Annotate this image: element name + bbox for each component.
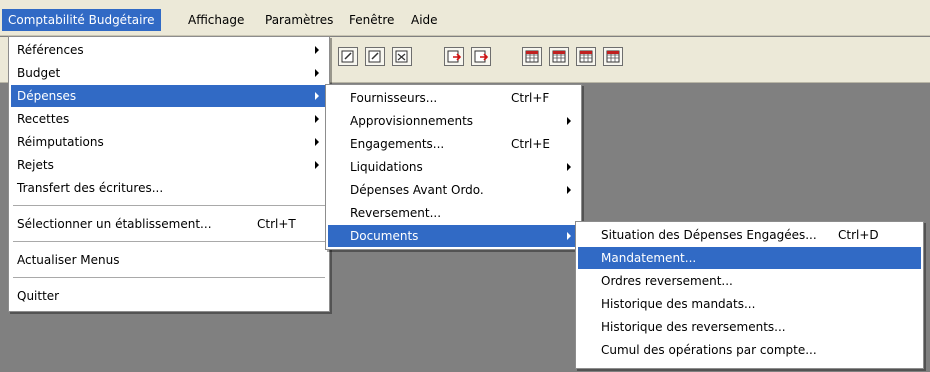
menu-comptabilite-budgetaire[interactable]: Comptabilité Budgétaire — [2, 9, 161, 31]
menu-item-approvisionnements[interactable]: Approvisionnements — [328, 110, 579, 132]
menu-item-historique-mandats[interactable]: Historique des mandats... — [578, 293, 921, 315]
menu-item-shortcut: Ctrl+D — [838, 228, 879, 242]
submenu-arrow-icon — [567, 186, 571, 194]
menu-item-mandatement[interactable]: Mandatement... — [578, 247, 921, 269]
menu-item-references[interactable]: Références — [11, 39, 327, 61]
menu-item-actualiser-menus[interactable]: Actualiser Menus — [11, 249, 327, 271]
submenu-arrow-icon — [567, 163, 571, 171]
submenu-arrow-icon — [315, 46, 319, 54]
menu-item-label: Approvisionnements — [350, 114, 474, 128]
table-icon[interactable] — [522, 47, 542, 66]
submenu-arrow-icon — [315, 161, 319, 169]
menu-separator — [13, 241, 325, 243]
menu-item-reimputations[interactable]: Réimputations — [11, 131, 327, 153]
menu-item-label: Dépenses — [17, 89, 77, 103]
edit-doc-icon[interactable] — [392, 47, 412, 66]
submenu-arrow-icon — [567, 117, 571, 125]
menu-item-label: Budget — [17, 66, 61, 80]
menu-item-shortcut: Ctrl+T — [257, 217, 296, 231]
menu-item-label: Cumul des opérations par compte... — [601, 343, 817, 357]
menu-item-label: Engagements... — [350, 137, 445, 151]
table-icon[interactable] — [576, 47, 596, 66]
edit-doc-icon[interactable] — [365, 47, 385, 66]
menu-item-label: Reversement... — [350, 206, 442, 220]
menu-item-label: Actualiser Menus — [17, 253, 120, 267]
submenu-arrow-icon — [315, 92, 319, 100]
menu-bar: Comptabilité Budgétaire Affichage Paramè… — [0, 0, 930, 36]
menu-affichage[interactable]: Affichage — [182, 9, 250, 31]
menu-item-label: Historique des mandats... — [601, 297, 756, 311]
menu-item-reversement[interactable]: Reversement... — [328, 202, 579, 224]
documents-submenu: Situation des Dépenses Engagées... Ctrl+… — [575, 221, 924, 369]
menu-item-shortcut: Ctrl+F — [511, 91, 550, 105]
menu-item-budget[interactable]: Budget — [11, 62, 327, 84]
table-icon[interactable] — [549, 47, 569, 66]
menu-item-label: Documents — [350, 229, 419, 243]
depenses-submenu: Fournisseurs... Ctrl+F Approvisionnement… — [325, 84, 582, 250]
menu-item-label: Quitter — [17, 289, 60, 303]
table-icon[interactable] — [603, 47, 623, 66]
menu-separator — [13, 277, 325, 279]
menu-item-depenses[interactable]: Dépenses — [11, 85, 327, 107]
menu-item-label: Références — [17, 43, 84, 57]
menu-item-engagements[interactable]: Engagements... Ctrl+E — [328, 133, 579, 155]
menu-item-recettes[interactable]: Recettes — [11, 108, 327, 130]
menu-item-label: Liquidations — [350, 160, 423, 174]
menu-item-documents[interactable]: Documents — [328, 225, 579, 247]
menu-item-historique-reversements[interactable]: Historique des reversements... — [578, 316, 921, 338]
menu-item-liquidations[interactable]: Liquidations — [328, 156, 579, 178]
menu-item-label: Mandatement... — [601, 251, 697, 265]
menu-aide[interactable]: Aide — [405, 9, 444, 31]
arrow-doc-icon[interactable] — [444, 47, 464, 66]
menu-item-label: Rejets — [17, 158, 54, 172]
edit-doc-icon[interactable] — [338, 47, 358, 66]
menu-item-transfert-ecritures[interactable]: Transfert des écritures... — [11, 177, 327, 199]
menu-item-label: Réimputations — [17, 135, 104, 149]
menu-item-label: Transfert des écritures... — [17, 181, 164, 195]
menu-item-label: Historique des reversements... — [601, 320, 786, 334]
submenu-arrow-icon — [315, 69, 319, 77]
menu-item-fournisseurs[interactable]: Fournisseurs... Ctrl+F — [328, 87, 579, 109]
menu-item-label: Sélectionner un établissement... — [17, 217, 212, 231]
arrow-doc-icon[interactable] — [471, 47, 491, 66]
menu-item-label: Fournisseurs... — [350, 91, 438, 105]
menu-fenetre[interactable]: Fenêtre — [343, 9, 400, 31]
menu-item-shortcut: Ctrl+E — [511, 137, 550, 151]
menu-item-label: Ordres reversement... — [601, 274, 733, 288]
menu-separator — [13, 205, 325, 207]
menu-item-label: Situation des Dépenses Engagées... — [601, 228, 817, 242]
menu-item-situation-depenses-engagees[interactable]: Situation des Dépenses Engagées... Ctrl+… — [578, 224, 921, 246]
menu-item-label: Recettes — [17, 112, 70, 126]
menu-item-cumul-operations[interactable]: Cumul des opérations par compte... — [578, 339, 921, 361]
menu-item-depenses-avant-ordo[interactable]: Dépenses Avant Ordo. — [328, 179, 579, 201]
submenu-arrow-icon — [315, 115, 319, 123]
main-menu: Références Budget Dépenses Recettes Réim… — [8, 36, 330, 312]
menu-parametres[interactable]: Paramètres — [259, 9, 339, 31]
menu-item-rejets[interactable]: Rejets — [11, 154, 327, 176]
menu-item-label: Dépenses Avant Ordo. — [350, 183, 484, 197]
menu-item-ordres-reversement[interactable]: Ordres reversement... — [578, 270, 921, 292]
submenu-arrow-icon — [567, 232, 571, 240]
submenu-arrow-icon — [315, 138, 319, 146]
menu-item-selectionner-etablissement[interactable]: Sélectionner un établissement... Ctrl+T — [11, 213, 327, 235]
menu-item-quitter[interactable]: Quitter — [11, 285, 327, 307]
